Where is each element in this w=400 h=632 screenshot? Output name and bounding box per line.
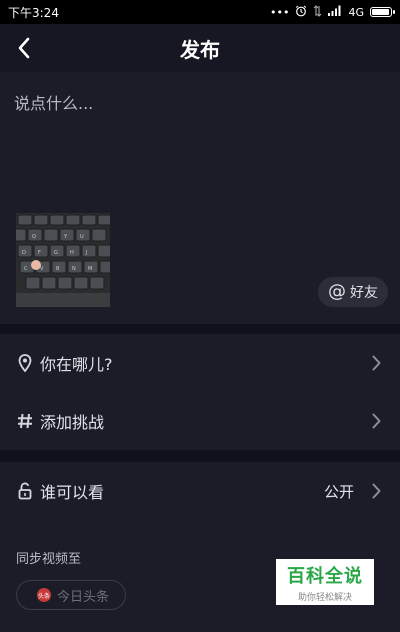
svg-text:J: J	[85, 250, 87, 256]
visibility-row[interactable]: 谁可以看 公开	[0, 462, 400, 520]
svg-text:C: C	[24, 266, 28, 272]
hashtag-icon	[16, 412, 34, 430]
svg-text:F: F	[38, 250, 41, 256]
battery-icon	[370, 7, 395, 17]
notification-dots: •••	[270, 5, 290, 19]
toutiao-sync-toggle[interactable]: 头条 今日头条	[16, 580, 126, 610]
compose-area: 说点什么... QYU DFGHJ CVBNM @ 好友	[0, 72, 400, 324]
svg-text:D: D	[22, 250, 26, 256]
page-title: 发布	[180, 37, 220, 62]
keyboard-photo: QYU DFGHJ CVBNM	[16, 213, 110, 307]
network-type: 4G	[348, 5, 364, 19]
location-row[interactable]: 你在哪儿?	[0, 334, 400, 392]
divider	[0, 324, 400, 334]
svg-text:U: U	[80, 234, 84, 240]
chevron-right-icon	[370, 482, 382, 500]
caption-input[interactable]: 说点什么...	[14, 90, 93, 114]
chevron-right-icon	[370, 354, 382, 372]
challenge-label: 添加挑战	[40, 413, 105, 432]
watermark-subtitle: 助你轻松解决	[297, 592, 352, 603]
status-bar: 下午3:24 ••• 4G	[0, 0, 400, 24]
mention-friends-button[interactable]: @ 好友	[318, 277, 388, 307]
video-thumbnail[interactable]: QYU DFGHJ CVBNM	[16, 213, 110, 307]
alarm-icon	[295, 5, 307, 20]
svg-text:G: G	[54, 250, 58, 256]
svg-text:Q: Q	[32, 234, 36, 240]
visibility-value: 公开	[323, 482, 354, 501]
chevron-left-icon	[18, 37, 30, 59]
svg-text:H: H	[70, 250, 74, 256]
sync-title: 同步视频至	[16, 552, 82, 567]
unlock-icon	[16, 482, 34, 500]
watermark-title: 百科全说	[287, 565, 363, 587]
chevron-right-icon	[370, 412, 382, 430]
data-transfer-icon	[313, 4, 322, 20]
visibility-label: 谁可以看	[40, 483, 105, 502]
svg-text:N: N	[72, 266, 76, 272]
location-pin-icon	[16, 354, 34, 372]
signal-icon	[328, 5, 342, 19]
at-icon: @	[328, 281, 346, 302]
challenge-row[interactable]: 添加挑战	[0, 392, 400, 450]
status-icons: ••• 4G	[270, 4, 395, 20]
mention-friends-label: 好友	[350, 285, 378, 301]
svg-text:M: M	[88, 266, 92, 272]
svg-text:B: B	[56, 266, 60, 272]
nav-bar: 发布	[0, 24, 400, 72]
toutiao-label: 今日头条	[57, 589, 110, 605]
back-button[interactable]	[12, 36, 36, 60]
watermark-logo: 百科全说 助你轻松解决	[276, 559, 374, 605]
divider	[0, 450, 400, 462]
status-time: 下午3:24	[8, 5, 59, 20]
toutiao-logo-icon: 头条	[37, 588, 51, 602]
location-label: 你在哪儿?	[40, 355, 113, 374]
